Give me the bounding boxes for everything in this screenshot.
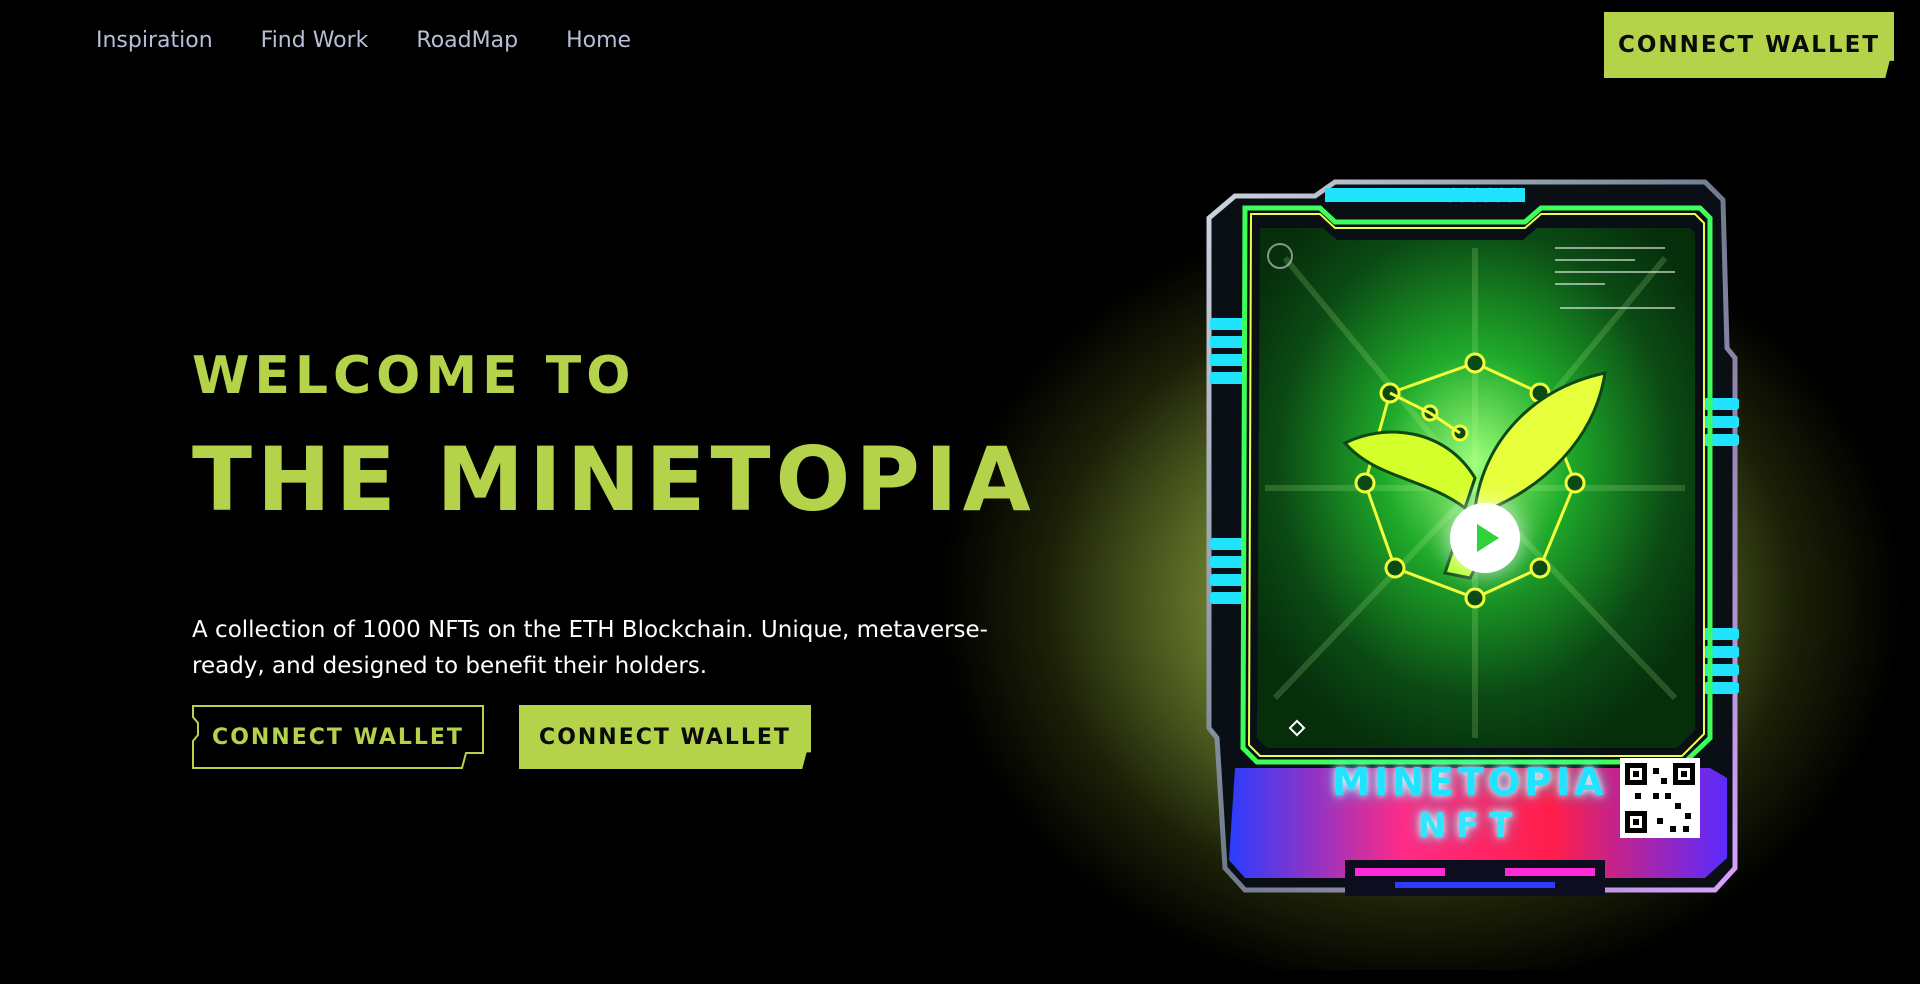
outline-button-label: Connect Wallet — [212, 724, 464, 750]
qr-code-icon — [1620, 758, 1700, 838]
card-subtitle: NFT — [1417, 806, 1523, 846]
landing-page: Inspiration Find Work RoadMap Home Conne… — [0, 0, 1920, 984]
nav-connect-wallet-button[interactable]: Connect Wallet — [1604, 12, 1894, 78]
nav-links: Inspiration Find Work RoadMap Home — [96, 28, 631, 53]
hero-subtitle: Welcome to — [192, 346, 636, 406]
nav-link-home[interactable]: Home — [566, 28, 631, 53]
hero-connect-wallet-outline-button[interactable]: Connect Wallet — [192, 705, 484, 769]
nav-link-inspiration[interactable]: Inspiration — [96, 28, 213, 53]
hero-connect-wallet-filled-button[interactable]: Connect Wallet — [519, 705, 811, 769]
play-icon — [1477, 524, 1499, 552]
top-nav: Inspiration Find Work RoadMap Home Conne… — [0, 0, 1920, 88]
card-title: MINETOPIA — [1332, 760, 1608, 804]
hero-description: A collection of 1000 NFTs on the ETH Blo… — [192, 617, 988, 679]
play-button[interactable] — [1450, 503, 1520, 573]
hero-title: The Minetopia — [192, 428, 1036, 531]
top-cyan-bar — [1325, 188, 1525, 202]
nav-link-roadmap[interactable]: RoadMap — [416, 28, 518, 53]
nav-link-find-work[interactable]: Find Work — [261, 28, 369, 53]
